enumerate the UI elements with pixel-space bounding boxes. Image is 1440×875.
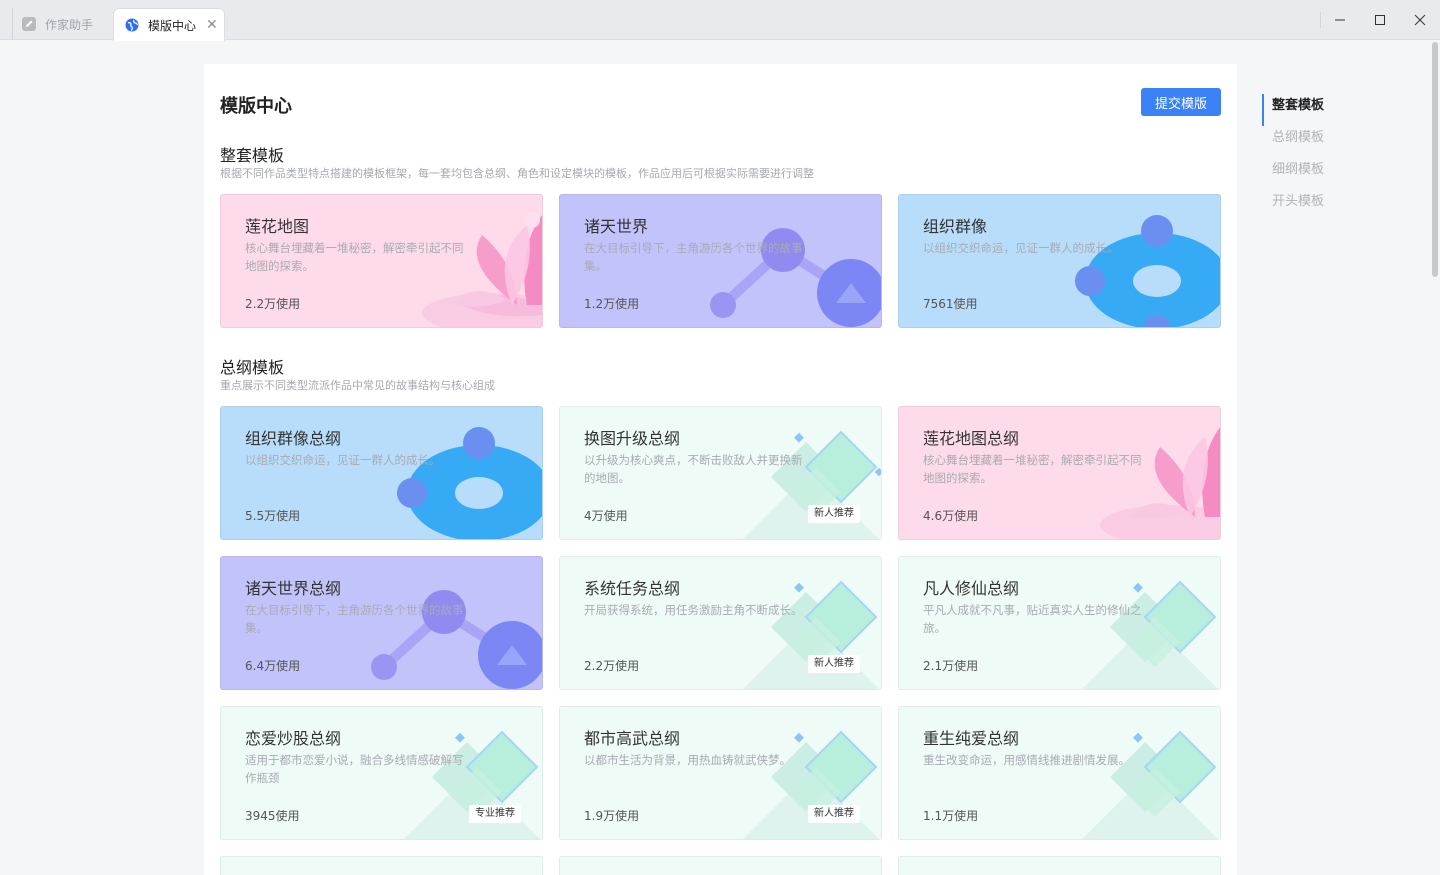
template-card-partial[interactable] [559,856,882,875]
card-usage: 3945使用 [245,809,300,823]
card-usage: 5.5万使用 [245,509,301,523]
template-card[interactable]: 都市高武总纲 以都市生活为背景，用热血铸就武侠梦。 1.9万使用 新人推荐 [559,706,882,840]
globe-icon [124,17,140,33]
diamond-illustration [1082,730,1218,839]
template-card[interactable]: 换图升级总纲 以升级为核心爽点，不断击败敌人并更换新的地图。 4万使用 新人推荐 [559,406,882,540]
card-desc: 核心舞台埋藏着一堆秘密，解密牵引起不同地图的探索。 [245,241,464,273]
tab-template-center[interactable]: 模版中心 ✕ [113,8,225,41]
template-card[interactable]: 诸天世界 在大目标引导下，主角游历各个世界的故事集。 1.2万使用 [559,194,882,328]
card-desc: 以组织交织命运，见证一群人的成长。 [923,241,1119,255]
recommend-badge: 新人推荐 [808,505,860,523]
card-title: 重生纯爱总纲 [923,729,1020,748]
submit-template-button[interactable]: 提交模版 [1141,88,1221,116]
card-title: 莲花地图 [245,217,310,236]
template-card-partial[interactable] [898,856,1221,875]
card-usage: 2.2万使用 [584,659,640,673]
template-card[interactable]: 莲花地图总纲 核心舞台埋藏着一堆秘密，解密牵引起不同地图的探索。 4.6万使用 [898,406,1221,540]
recommend-badge: 新人推荐 [808,655,860,673]
card-usage: 1.9万使用 [584,809,640,823]
scrollbar[interactable] [1432,42,1438,277]
template-card[interactable]: 系统任务总纲 开局获得系统，用任务激励主角不断成长。 2.2万使用 新人推荐 [559,556,882,690]
card-desc: 在大目标引导下，主角游历各个世界的故事集。 [584,241,803,273]
card-usage: 2.2万使用 [245,297,301,311]
maximize-button[interactable] [1360,8,1400,32]
tab-writer-assistant[interactable]: 作家助手 [12,8,110,40]
tab-label: 模版中心 [148,18,197,33]
section-title-full: 整套模板 [220,146,285,165]
template-card[interactable]: 组织群像总纲 以组织交织命运，见证一群人的成长。 5.5万使用 [220,406,543,540]
card-title: 系统任务总纲 [584,579,681,598]
template-card[interactable]: 诸天世界总纲 在大目标引导下，主角游历各个世界的故事集。 6.4万使用 [220,556,543,690]
minimize-icon [1335,19,1345,21]
ring-illustration [1075,215,1220,327]
nav-item-full[interactable]: 整套模板 [1262,94,1324,126]
template-card[interactable]: 重生纯爱总纲 重生改变命运，用感情线推进剧情发展。 1.1万使用 [898,706,1221,840]
page-title: 模版中心 [220,96,292,117]
card-title: 组织群像总纲 [245,429,342,448]
template-card[interactable]: 恋爱炒股总纲 适用于都市恋爱小说，融合多线情感破解写作瓶颈 3945使用 专业推… [220,706,543,840]
card-desc: 以都市生活为背景，用热血铸就武侠梦。 [584,753,791,767]
section-desc-full: 根据不同作品类型特点搭建的模板框架，每一套均包含总纲、角色和设定模块的模板，作品… [220,167,814,180]
card-title: 凡人修仙总纲 [923,579,1020,598]
nav-item-outline[interactable]: 总纲模板 [1262,126,1324,158]
card-desc: 平凡人成就不凡事，贴近真实人生的修仙之旅。 [923,603,1142,635]
ring-illustration [397,427,542,539]
template-center-panel: 模版中心 提交模版 整套模板 根据不同作品类型特点搭建的模板框架，每一套均包含总… [204,64,1237,875]
close-window-icon [1414,14,1426,26]
nav-item-detail[interactable]: 细纲模板 [1262,158,1324,190]
template-card[interactable]: 组织群像 以组织交织命运，见证一群人的成长。 7561使用 [898,194,1221,328]
recommend-badge: 专业推荐 [469,805,521,823]
card-usage: 4万使用 [584,509,628,523]
card-usage: 6.4万使用 [245,659,301,673]
template-card[interactable]: 凡人修仙总纲 平凡人成就不凡事，贴近真实人生的修仙之旅。 2.1万使用 [898,556,1221,690]
card-title: 都市高武总纲 [584,729,681,748]
card-title: 诸天世界 [584,217,649,236]
template-card[interactable]: 莲花地图 核心舞台埋藏着一堆秘密，解密牵引起不同地图的探索。 2.2万使用 [220,194,543,328]
card-desc: 开局获得系统，用任务激励主角不断成长。 [584,603,803,617]
card-title: 诸天世界总纲 [245,579,342,598]
recommend-badge: 新人推荐 [808,805,860,823]
card-desc: 核心舞台埋藏着一堆秘密，解密牵引起不同地图的探索。 [923,453,1142,485]
card-usage: 1.1万使用 [923,809,979,823]
title-bar: 作家助手 模版中心 ✕ [0,0,1440,41]
card-usage: 2.1万使用 [923,659,979,673]
card-usage: 4.6万使用 [923,509,979,523]
template-card-partial[interactable] [220,856,543,875]
card-title: 换图升级总纲 [584,429,681,448]
card-title: 组织群像 [923,217,988,236]
card-title: 恋爱炒股总纲 [245,729,342,748]
tab-label: 作家助手 [45,17,94,32]
card-desc: 以升级为核心爽点，不断击败敌人并更换新的地图。 [584,453,803,485]
section-desc-outline: 重点展示不同类型流派作品中常见的故事结构与核心组成 [220,379,495,392]
pen-icon [21,16,37,32]
maximize-icon [1375,15,1385,25]
card-desc: 以组织交织命运，见证一群人的成长。 [245,453,441,467]
minimize-button[interactable] [1320,8,1360,32]
card-desc: 适用于都市恋爱小说，融合多线情感破解写作瓶颈 [245,753,464,785]
card-usage: 7561使用 [923,297,978,311]
nav-item-opening[interactable]: 开头模板 [1262,190,1324,222]
card-desc: 重生改变命运，用感情线推进剧情发展。 [923,753,1130,767]
section-nav: 整套模板 总纲模板 细纲模板 开头模板 [1262,94,1324,222]
card-usage: 1.2万使用 [584,297,640,311]
close-window-button[interactable] [1400,8,1440,32]
close-icon[interactable]: ✕ [206,17,218,33]
card-desc: 在大目标引导下，主角游历各个世界的故事集。 [245,603,464,635]
section-title-outline: 总纲模板 [220,358,285,377]
card-title: 莲花地图总纲 [923,429,1020,448]
